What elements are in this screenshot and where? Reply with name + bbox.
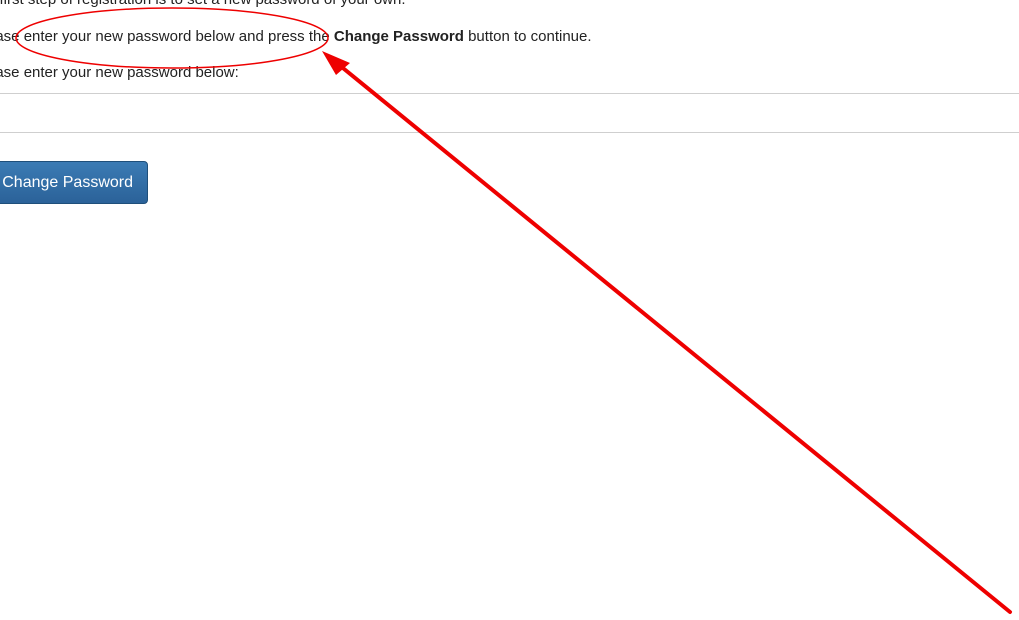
new-password-input[interactable] <box>0 93 1019 133</box>
change-password-button[interactable]: Change Password <box>0 161 148 204</box>
instruction-prefix: ease enter your new password below and p… <box>0 28 334 45</box>
instruction-text: ease enter your new password below and p… <box>0 28 592 46</box>
password-prompt-label: ease enter your new password below: <box>0 64 239 81</box>
instruction-button-reference: Change Password <box>333 28 464 45</box>
intro-text: e first step of registration is to set a… <box>0 0 406 9</box>
annotation-arrow-head <box>322 51 350 75</box>
annotation-arrow-line <box>336 62 1012 614</box>
instruction-suffix: button to continue. <box>463 28 592 45</box>
